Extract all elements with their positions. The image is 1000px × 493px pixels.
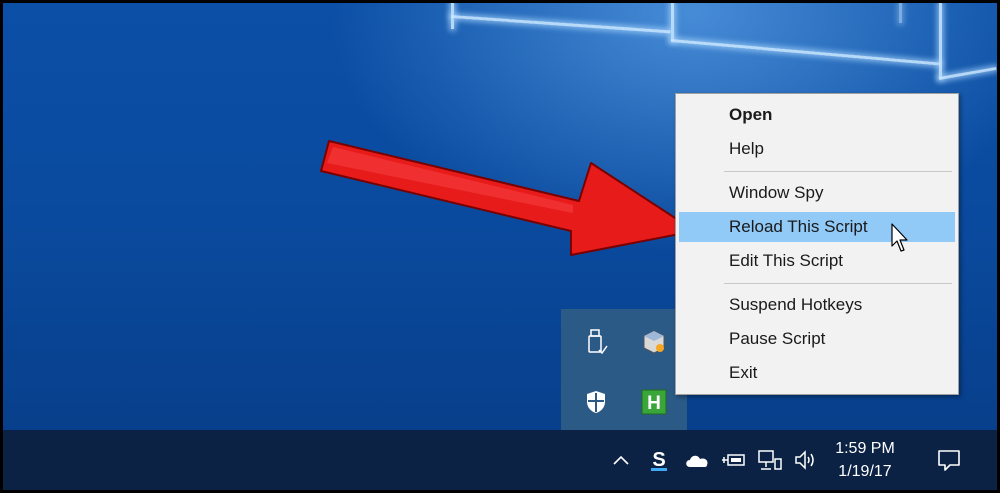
svg-text:H: H [647, 393, 661, 414]
clock-date: 1/19/17 [838, 463, 892, 480]
snagit-s-icon[interactable]: S [646, 446, 672, 474]
clock-time: 1:59 PM [835, 440, 895, 457]
menu-item-open[interactable]: Open [679, 100, 955, 130]
svg-text:S: S [652, 449, 665, 471]
taskbar: S 1:59 PM 1/19/17 [3, 430, 997, 490]
menu-item-exit[interactable]: Exit [679, 358, 955, 388]
desktop: H Open Help Window Spy Reload This Scrip… [3, 3, 997, 490]
virtualbox-icon[interactable] [639, 327, 669, 357]
menu-item-suspend-hotkeys[interactable]: Suspend Hotkeys [679, 290, 955, 320]
wallpaper-light-beam [450, 15, 671, 34]
action-center-icon[interactable] [934, 446, 964, 474]
wallpaper-light-beam [899, 3, 902, 23]
onedrive-cloud-icon[interactable] [682, 446, 712, 474]
taskbar-clock[interactable]: 1:59 PM 1/19/17 [815, 437, 915, 483]
network-icon[interactable] [756, 446, 784, 474]
mouse-pointer-icon [891, 223, 908, 252]
menu-item-edit-this-script[interactable]: Edit This Script [679, 246, 955, 276]
tray-overflow-panel: H [561, 309, 687, 435]
menu-separator [724, 283, 952, 284]
menu-item-reload-this-script[interactable]: Reload This Script [679, 212, 955, 242]
red-arrow-annotation [320, 140, 696, 256]
power-plug-icon[interactable] [720, 446, 748, 474]
wallpaper-light-beam [938, 66, 997, 80]
wallpaper-light-beam [671, 3, 674, 41]
menu-separator [724, 171, 952, 172]
menu-item-pause-script[interactable]: Pause Script [679, 324, 955, 354]
tray-context-menu: Open Help Window Spy Reload This Script … [675, 93, 959, 395]
autohotkey-h-icon[interactable]: H [639, 387, 669, 417]
usb-eject-icon[interactable] [581, 327, 611, 357]
wallpaper-light-beam [670, 39, 941, 66]
menu-item-window-spy[interactable]: Window Spy [679, 178, 955, 208]
wallpaper-light-beam [939, 3, 942, 79]
show-hidden-icons-chevron-icon[interactable] [610, 446, 632, 474]
menu-item-help[interactable]: Help [679, 134, 955, 164]
windows-defender-shield-icon[interactable] [581, 387, 611, 417]
